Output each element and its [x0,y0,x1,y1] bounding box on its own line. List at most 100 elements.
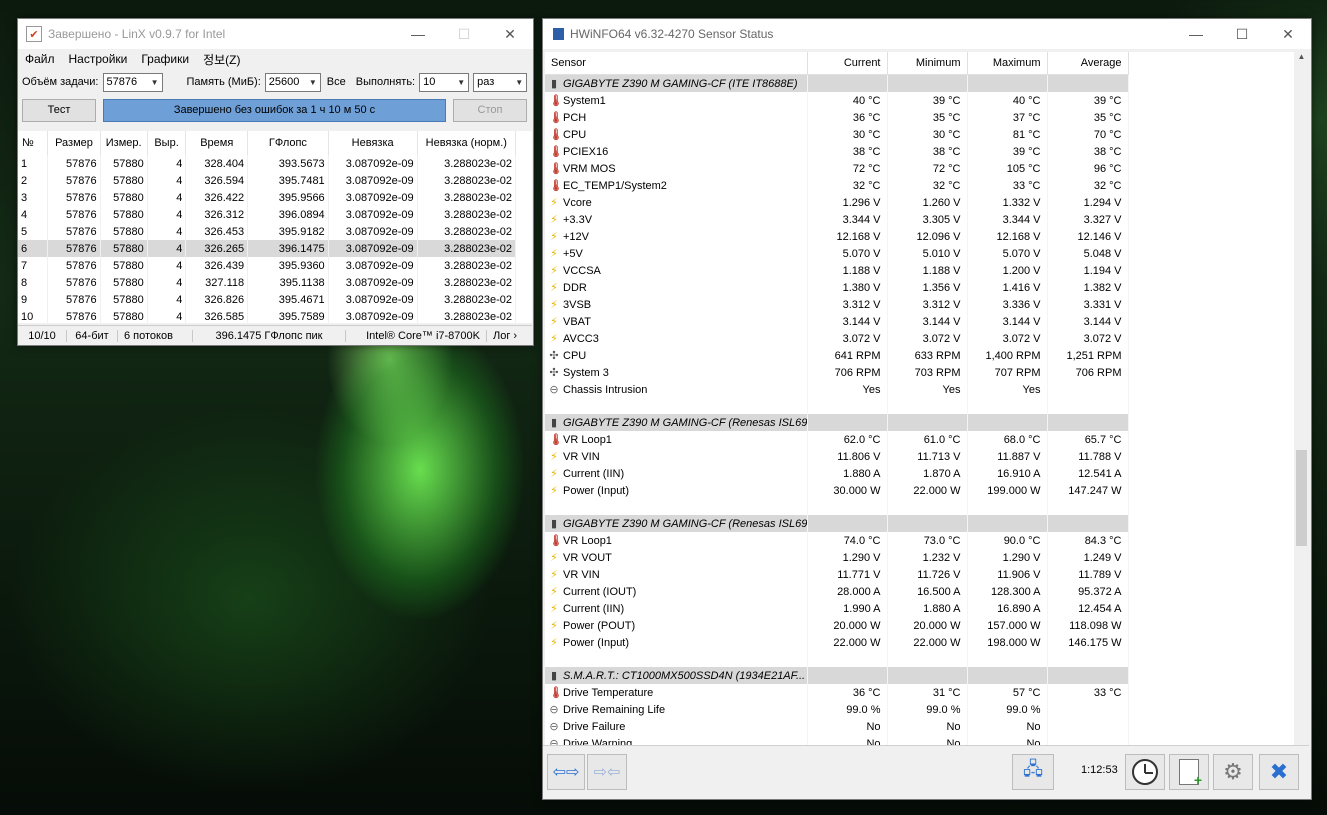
scroll-up-icon[interactable]: ▲ [1294,52,1309,67]
network-button[interactable]: 🖧 [1012,754,1054,790]
sensor-scrollbar[interactable]: ▲ ▼ [1294,52,1309,761]
sensor-row[interactable]: ⊖ Chassis Intrusion Yes Yes Yes [545,381,1129,398]
stop-button[interactable]: Стоп [453,98,527,122]
minimize-button[interactable]: — [1173,19,1219,49]
menu-file[interactable]: Файл [18,52,62,66]
maximize-button[interactable]: ☐ [441,19,487,49]
maximize-button[interactable]: ☐ [1219,19,1265,49]
sensor-row[interactable]: 🌡VRM MOS 72 °C 72 °C 105 °C 96 °C [545,160,1129,177]
nav-collapse-button[interactable]: ⇨⇦ [587,754,627,790]
sensor-row[interactable]: ⚡ VCCSA 1.188 V 1.188 V 1.200 V 1.194 V [545,262,1129,279]
col-dim[interactable]: Измер. [100,131,148,155]
table-row[interactable]: 3 57876 57880 4 326.422 395.9566 3.087092e-09 3… [18,189,517,206]
col-minimum[interactable]: Minimum [887,52,968,75]
hwinfo-titlebar[interactable]: HWiNFO64 v6.32-4270 Sensor Status — ☐ ✕ [543,19,1311,49]
sensor-avg-value: 33 °C [1047,684,1129,701]
col-residual-norm[interactable]: Невязка (норм.) [417,131,517,155]
table-row[interactable]: 10 57876 57880 4 326.585 395.7589 3.087092e-09… [18,308,517,323]
sensor-cur-value: 30.000 W [807,482,888,499]
sensor-row[interactable]: ⚡ DDR 1.380 V 1.356 V 1.416 V 1.382 V [545,279,1129,296]
runs-select[interactable]: 10 ▼ [419,72,470,92]
table-row[interactable]: 8 57876 57880 4 327.118 395.1138 3.087092e-09 3… [18,274,517,291]
all-memory-label[interactable]: Все [327,76,346,88]
col-gflops[interactable]: ГФлопс [247,131,329,155]
sensor-name: Power (Input) [563,637,630,649]
col-current[interactable]: Current [807,52,888,75]
table-cell: 57880 [100,189,148,206]
table-row[interactable]: 1 57876 57880 4 328.404 393.5673 3.087092e-09 3… [18,155,517,172]
sensor-row[interactable]: 🌡PCIEX16 38 °C 38 °C 39 °C 38 °C [545,143,1129,160]
sensor-row[interactable]: ⊖ Drive Failure No No No [545,718,1129,735]
voltage-icon: ⚡ [550,603,558,615]
sensor-row[interactable]: 🌡EC_TEMP1/System2 32 °C 32 °C 33 °C 32 °C [545,177,1129,194]
table-cell: 3.087092e-09 [328,206,418,223]
test-button[interactable]: Тест [22,98,96,122]
scroll-thumb[interactable] [1296,450,1307,546]
sensor-row[interactable]: ⚡ +3.3V 3.344 V 3.305 V 3.344 V 3.327 V [545,211,1129,228]
sensor-row[interactable]: ⚡ VR VOUT 1.290 V 1.232 V 1.290 V 1.249 V [545,549,1129,566]
sensor-max-value: 128.300 A [967,583,1048,600]
sensor-row[interactable]: ⚡ VBAT 3.144 V 3.144 V 3.144 V 3.144 V [545,313,1129,330]
runs-unit-select[interactable]: раз ▼ [473,72,528,92]
sensor-row[interactable]: ⚡ VR VIN 11.771 V 11.726 V 11.906 V 11.789 V [545,566,1129,583]
col-size[interactable]: Размер [47,131,101,155]
settings-button[interactable]: ⚙ [1213,754,1253,790]
menu-info[interactable]: 정보(Z) [196,51,247,68]
sensor-row[interactable]: 🌡System1 40 °C 39 °C 40 °C 39 °C [545,92,1129,109]
sensor-row[interactable]: ⚡ +5V 5.070 V 5.010 V 5.070 V 5.048 V [545,245,1129,262]
sensor-group-header[interactable]: ▮ GIGABYTE Z390 M GAMING-CF (ITE IT8688E) [545,74,1129,92]
sensor-row[interactable]: ⚡ VR VIN 11.806 V 11.713 V 11.887 V 11.788 V [545,448,1129,465]
report-button[interactable]: + [1169,754,1209,790]
sensor-group-header[interactable]: ▮ GIGABYTE Z390 M GAMING-CF (Renesas ISL6… [545,414,1129,431]
nav-arrows-button[interactable]: ⇦⇨ [547,754,585,790]
table-row[interactable]: 4 57876 57880 4 326.312 396.0894 3.087092e-09 3… [18,206,517,223]
sensor-row[interactable]: 🌡VR Loop1 74.0 °C 73.0 °C 90.0 °C 84.3 °C [545,532,1129,549]
sensor-row[interactable]: 🌡VR Loop1 62.0 °C 61.0 °C 68.0 °C 65.7 °C [545,431,1129,448]
col-align[interactable]: Выр. [147,131,187,155]
sensor-row[interactable]: ⊖ Drive Remaining Life 99.0 % 99.0 % 99.0 % [545,701,1129,718]
sensor-row[interactable]: ⚡ +12V 12.168 V 12.096 V 12.168 V 12.146 V [545,228,1129,245]
sensor-row[interactable]: ⚡ Power (Input) 22.000 W 22.000 W 198.000 W1… [545,634,1129,651]
sensor-max-value: 12.168 V [967,228,1048,245]
sensor-name-cell: 🌡CPU [545,126,808,143]
sensor-avg-value: 12.146 V [1047,228,1129,245]
sensor-row[interactable]: ⚡ Power (POUT) 20.000 W 20.000 W 157.000 W 11… [545,617,1129,634]
menu-settings[interactable]: Настройки [62,52,135,66]
log-button[interactable]: Лог › [487,330,523,342]
col-average[interactable]: Average [1047,52,1129,75]
sensor-row[interactable]: ✣ System 3 706 RPM 703 RPM 707 RPM 706 RPM [545,364,1129,381]
close-button[interactable]: ✕ [1265,19,1311,49]
sensor-group-header[interactable]: ▮ S.M.A.R.T.: CT1000MX500SSD4N (1934E21AF… [545,667,1129,684]
col-number[interactable]: № [18,131,49,155]
sensor-row[interactable]: ⚡ Power (Input) 30.000 W 22.000 W 199.000 W1… [545,482,1129,499]
col-residual[interactable]: Невязка [328,131,418,155]
sensor-row[interactable]: 🌡Drive Temperature 36 °C 31 °C 57 °C 33 °C [545,684,1129,701]
memory-select[interactable]: 25600 ▼ [264,72,321,92]
col-time[interactable]: Время [185,131,249,155]
col-sensor[interactable]: Sensor [545,52,808,75]
problem-size-select[interactable]: 57876 ▼ [102,72,163,92]
sensor-row[interactable]: ✣ CPU 641 RPM 633 RPM 1,400 RPM 1,251 RPM [545,347,1129,364]
menu-graphs[interactable]: Графики [134,52,196,66]
sensor-row[interactable]: 🌡PCH 36 °C 35 °C 37 °C 35 °C [545,109,1129,126]
table-row[interactable]: 5 57876 57880 4 326.453 395.9182 3.087092e-09 3… [18,223,517,240]
exit-button[interactable]: ✖ [1259,754,1299,790]
clock-button[interactable] [1125,754,1165,790]
close-button[interactable]: ✕ [487,19,533,49]
sensor-row[interactable]: ⚡ Vcore 1.296 V 1.260 V 1.332 V 1.294 V [545,194,1129,211]
sensor-group-header[interactable]: ▮ GIGABYTE Z390 M GAMING-CF (Renesas ISL6… [545,515,1129,532]
linx-titlebar[interactable]: ✔ Завершено - LinX v0.9.7 for Intel — ☐ … [18,19,533,49]
table-row[interactable]: 6 57876 57880 4 326.265 396.1475 3.087092e-09 3… [18,240,517,257]
minimize-button[interactable]: — [395,19,441,49]
sensor-row[interactable]: ⚡ Current (IIN) 1.990 A 1.880 A 16.890 A 12.4… [545,600,1129,617]
col-maximum[interactable]: Maximum [967,52,1048,75]
sensor-row[interactable]: 🌡CPU 30 °C 30 °C 81 °C 70 °C [545,126,1129,143]
sensor-name: Power (POUT) [563,620,636,632]
sensor-row[interactable]: ⚡ AVCC3 3.072 V 3.072 V 3.072 V 3.072 V [545,330,1129,347]
sensor-row[interactable]: ⚡ Current (IOUT) 28.000 A 16.500 A 128.300 A… [545,583,1129,600]
sensor-row[interactable]: ⚡ Current (IIN) 1.880 A 1.870 A 16.910 A 12.5… [545,465,1129,482]
sensor-row[interactable]: ⚡ 3VSB 3.312 V 3.312 V 3.336 V 3.331 V [545,296,1129,313]
table-row[interactable]: 7 57876 57880 4 326.439 395.9360 3.087092e-09 3… [18,257,517,274]
table-row[interactable]: 9 57876 57880 4 326.826 395.4671 3.087092e-09 3… [18,291,517,308]
table-row[interactable]: 2 57876 57880 4 326.594 395.7481 3.087092e-09 3… [18,172,517,189]
